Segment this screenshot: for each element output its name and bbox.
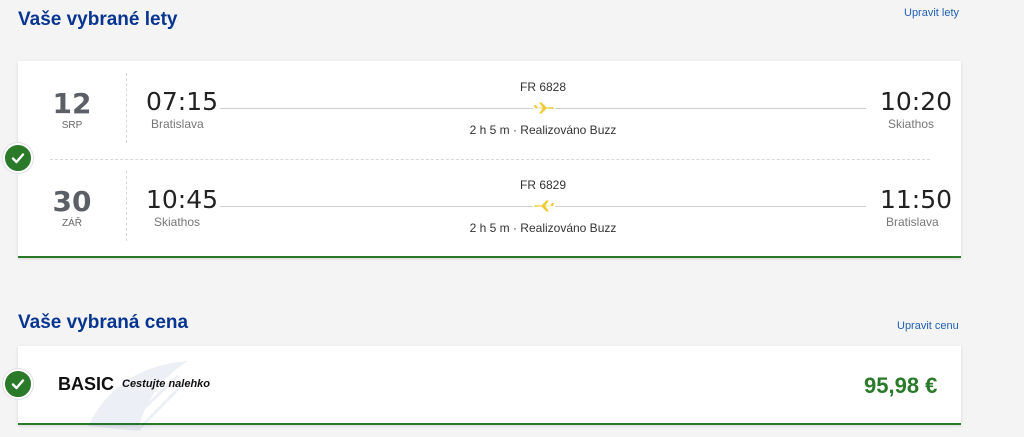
flight-date-month: ZÁŘ (62, 218, 82, 229)
departure-time: 07:15 (146, 87, 219, 116)
flight-date-month: SRP (61, 120, 83, 131)
fare-price: 95,98 € (864, 373, 938, 398)
arrival-time: 11:50 (880, 185, 953, 214)
flight-row-return: 30 ZÁŘ 10:45 Skiathos FR 6829 2 h 5 m · … (18, 159, 961, 247)
harp-watermark-icon (88, 361, 188, 432)
departure-time: 10:45 (146, 185, 219, 214)
arrival-city: Bratislava (886, 215, 939, 229)
flight-duration: 2 h 5 m · Realizováno Buzz (469, 123, 617, 137)
edit-fare-link[interactable]: Upravit cenu (897, 320, 959, 332)
flights-confirmed-check-icon (3, 143, 33, 173)
plane-icon (533, 102, 555, 114)
flight-duration: 2 h 5 m · Realizováno Buzz (469, 221, 617, 235)
flight-number: FR 6828 (519, 80, 567, 94)
flight-date-day: 12 (52, 87, 92, 120)
flight-date-day: 30 (52, 185, 92, 218)
fare-card: BASIC Cestujte nalehko 95,98 € (18, 346, 961, 432)
flights-section-title: Vaše vybrané lety (18, 9, 178, 30)
flight-row-outbound: 12 SRP 07:15 Bratislava FR 6828 2 h 5 m … (18, 61, 961, 149)
fare-tagline: Cestujte nalehko (122, 378, 211, 390)
edit-flights-link[interactable]: Upravit lety (904, 7, 959, 19)
fare-name: BASIC (58, 374, 115, 394)
plane-icon (533, 200, 555, 212)
arrival-time: 10:20 (880, 87, 953, 116)
departure-city: Skiathos (154, 215, 201, 229)
date-divider (126, 171, 127, 241)
flights-card: 12 SRP 07:15 Bratislava FR 6828 2 h 5 m … (18, 61, 961, 258)
departure-city: Bratislava (151, 117, 204, 131)
fare-confirmed-check-icon (3, 369, 33, 399)
arrival-city: Skiathos (888, 117, 935, 131)
fare-section-title: Vaše vybraná cena (18, 312, 189, 333)
flight-number: FR 6829 (519, 178, 567, 192)
date-divider (126, 73, 127, 143)
